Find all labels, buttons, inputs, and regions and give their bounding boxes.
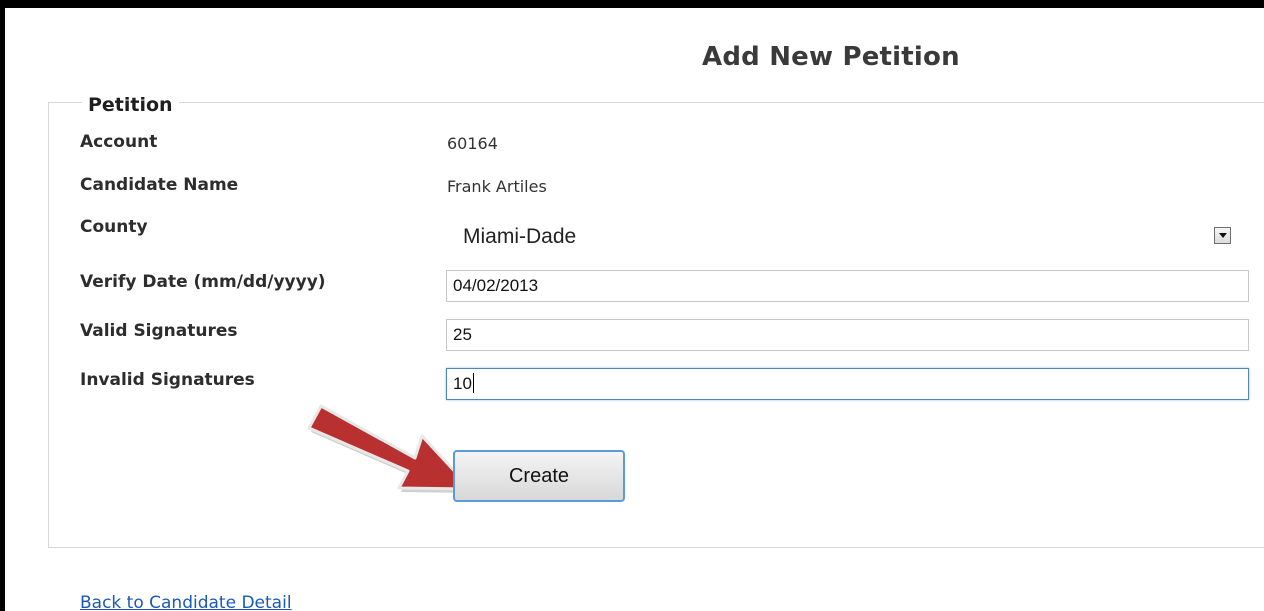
county-select-value: Miami-Dade xyxy=(463,225,577,248)
county-label: County xyxy=(80,217,148,237)
county-select[interactable]: Miami-Dade xyxy=(445,217,1239,257)
valid-signatures-label: Valid Signatures xyxy=(80,321,238,341)
create-button[interactable]: Create xyxy=(453,450,625,502)
candidate-name-label: Candidate Name xyxy=(80,175,239,195)
account-label: Account xyxy=(80,132,158,152)
valid-signatures-input[interactable]: 25 xyxy=(446,319,1249,351)
verify-date-label: Verify Date (mm/dd/yyyy) xyxy=(80,272,326,292)
account-value: 60164 xyxy=(447,134,498,153)
candidate-name-value: Frank Artiles xyxy=(447,177,547,196)
red-arrow-icon xyxy=(307,404,473,493)
page-frame: Add New Petition Petition Account 60164 … xyxy=(5,8,1264,611)
back-to-candidate-detail-link[interactable]: Back to Candidate Detail xyxy=(80,593,292,611)
petition-legend: Petition xyxy=(82,94,179,116)
invalid-signatures-input[interactable]: 10 xyxy=(446,368,1249,400)
page-title: Add New Petition xyxy=(702,42,960,72)
chevron-down-icon[interactable] xyxy=(1214,227,1231,244)
invalid-signatures-label: Invalid Signatures xyxy=(80,370,255,390)
verify-date-value: 04/02/2013 xyxy=(453,276,539,295)
valid-signatures-value: 25 xyxy=(453,325,472,344)
verify-date-input[interactable]: 04/02/2013 xyxy=(446,270,1249,302)
